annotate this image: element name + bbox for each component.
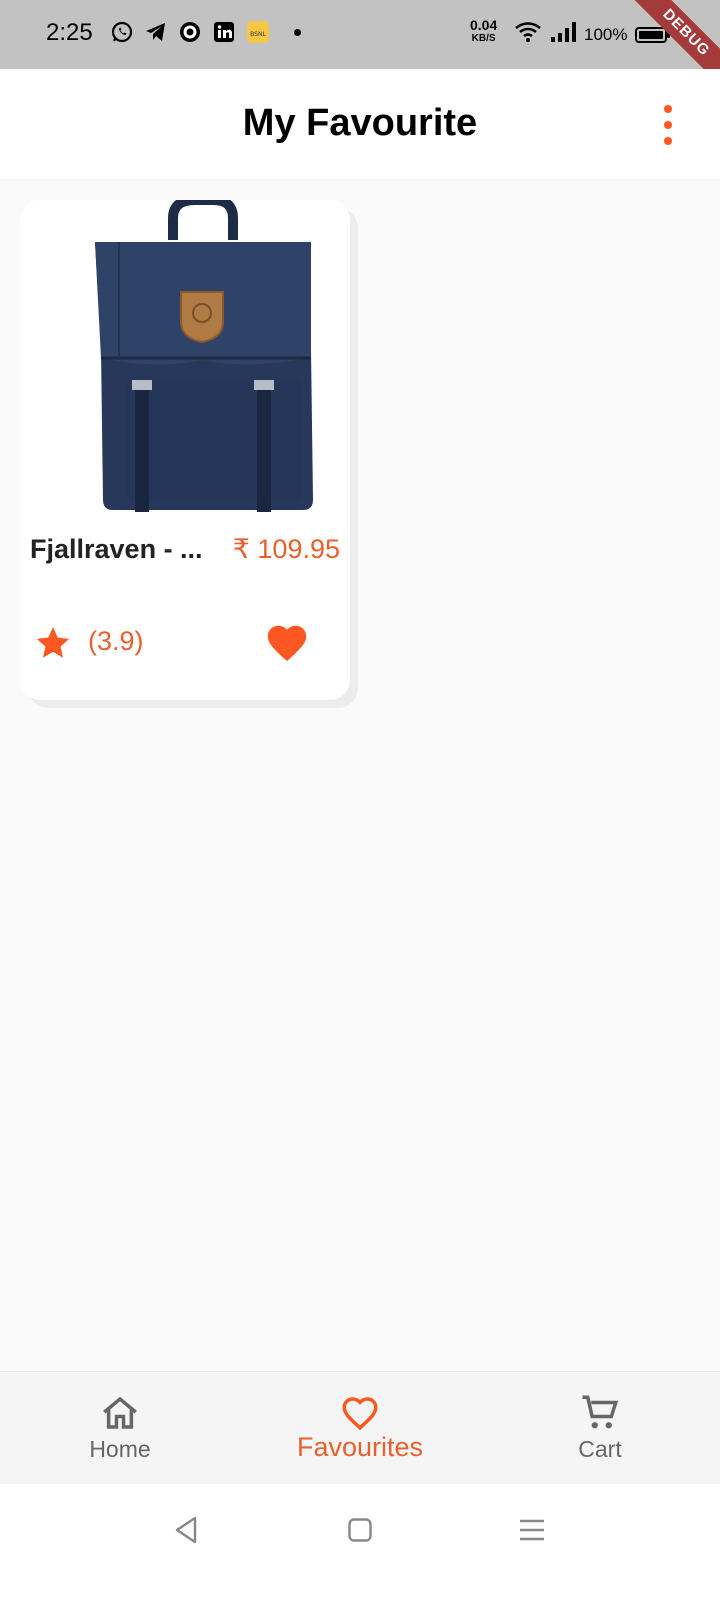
nav-cart-label: Cart — [578, 1436, 622, 1462]
status-time: 2:25 — [46, 19, 93, 46]
battery-percent: 100% — [584, 24, 628, 44]
nav-cart[interactable]: Cart — [480, 1372, 720, 1484]
nav-favourites[interactable]: Favourites — [240, 1372, 480, 1484]
heart-icon — [342, 1397, 378, 1431]
home-icon — [103, 1396, 137, 1429]
product-rating: (3.9) — [88, 626, 144, 656]
svg-text:BSNL: BSNL — [250, 31, 266, 38]
bottom-navigation: Home Favourites Cart — [0, 1371, 720, 1484]
product-price: ₹ 109.95 — [232, 534, 340, 564]
linkedin-icon — [212, 20, 236, 44]
notification-dot-icon — [294, 28, 301, 36]
product-card[interactable]: Fjallraven - ... ₹ 109.95 (3.9) — [20, 200, 350, 700]
wifi-icon — [514, 20, 542, 49]
star-icon — [36, 627, 70, 658]
nav-home[interactable]: Home — [0, 1372, 240, 1484]
system-navigation-bar — [0, 1484, 720, 1599]
back-icon[interactable] — [168, 1512, 204, 1548]
cart-icon — [582, 1395, 619, 1429]
status-bar: 2:25 BSNL 0.04 KB/S 100% DEBUG — [0, 0, 720, 69]
nav-home-label: Home — [89, 1436, 151, 1462]
bsnl-icon: BSNL — [246, 20, 270, 44]
heart-filled-icon[interactable] — [264, 620, 310, 666]
net-speed: 0.04 KB/S — [470, 17, 498, 45]
circle-app-icon — [178, 20, 202, 44]
backpack-image — [95, 200, 313, 512]
net-speed-unit: KB/S — [471, 33, 496, 44]
telegram-icon — [144, 20, 168, 44]
recents-menu-icon[interactable] — [514, 1512, 550, 1548]
notification-icons: BSNL — [110, 20, 301, 44]
home-square-icon[interactable] — [342, 1512, 378, 1548]
app-bar: My Favourite — [0, 69, 720, 179]
product-title: Fjallraven - ... — [30, 534, 203, 564]
whatsapp-icon — [110, 20, 134, 44]
signal-icon — [550, 21, 576, 48]
more-vert-icon[interactable] — [656, 105, 680, 145]
page-title: My Favourite — [242, 102, 478, 144]
net-speed-value: 0.04 — [470, 17, 498, 33]
nav-favourites-label: Favourites — [296, 1432, 424, 1462]
system-status-icons: 100% — [514, 20, 671, 49]
